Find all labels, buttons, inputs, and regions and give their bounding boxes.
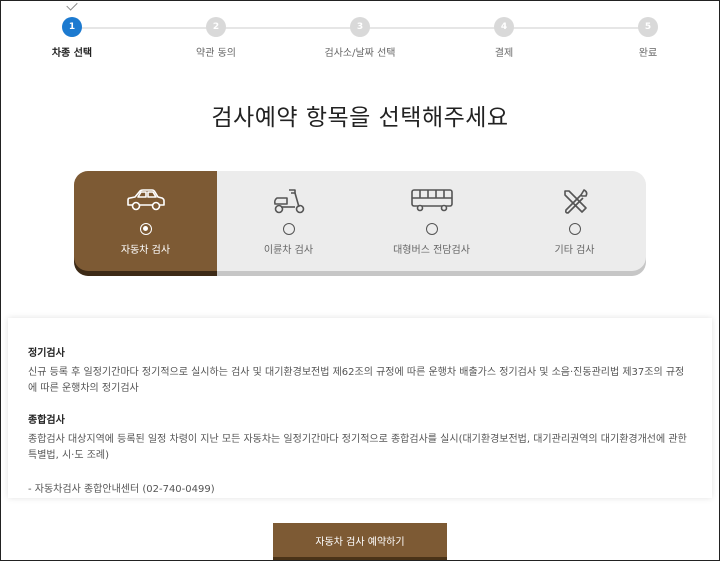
section-title-comprehensive: 종합검사 — [28, 415, 65, 426]
step-label: 완료 — [638, 48, 658, 59]
step-label: 검사소/날짜 선택 — [324, 48, 396, 59]
tab-radio[interactable] — [139, 223, 152, 235]
tab-bus-inspection[interactable]: 대형버스 전담검사 — [360, 171, 503, 271]
section-body-periodic: 신규 등록 후 일정기간마다 정기적으로 실시하는 검사 및 대기환경보전법 제… — [28, 367, 685, 394]
tab-radio[interactable] — [425, 223, 438, 235]
tab-motorcycle-inspection[interactable]: 이륜차 검사 — [217, 171, 360, 271]
tab-label: 이륜차 검사 — [263, 245, 314, 256]
tab-other-inspection[interactable]: 기타 검사 — [503, 171, 646, 271]
tab-label: 기타 검사 — [554, 245, 595, 256]
reserve-button[interactable]: 자동차 검사 예약하기 — [273, 523, 447, 557]
step-number: 2 — [206, 17, 226, 37]
section-body-comprehensive: 종합검사 대상지역에 등록된 일정 차령이 지난 모든 자동차는 일정기간마다 … — [28, 434, 687, 461]
step-number: 3 — [350, 17, 370, 37]
step-label: 결제 — [494, 48, 514, 59]
check-icon — [66, 0, 78, 11]
tab-radio[interactable] — [568, 223, 581, 235]
tab-radio[interactable] — [282, 223, 295, 235]
inspection-info-box: 정기검사 신규 등록 후 일정기간마다 정기적으로 실시하는 검사 및 대기환경… — [8, 318, 712, 498]
step-label: 약관 동의 — [196, 48, 236, 59]
page-title: 검사예약 항목을 선택해주세요 — [211, 105, 509, 131]
step-number: 1 — [62, 17, 82, 37]
progress-stepper: 1 차종 선택 2 약관 동의 3 검사소/날짜 선택 4 결제 5 완료 — [0, 0, 720, 62]
step-label: 차종 선택 — [51, 48, 93, 59]
contact-info: - 자동차검사 종합안내센터 (02-740-0499) — [28, 484, 215, 495]
scooter-icon — [271, 187, 307, 219]
tab-label: 자동차 검사 — [120, 245, 171, 256]
step-number: 5 — [638, 17, 658, 37]
section-title-periodic: 정기검사 — [28, 348, 65, 359]
inspection-type-tabs: 자동차 검사 이륜차 검사 대형버스 전담검사 기타 검사 — [74, 171, 646, 271]
car-icon — [125, 187, 167, 217]
bus-icon — [410, 187, 454, 217]
tab-car-inspection[interactable]: 자동차 검사 — [74, 171, 217, 271]
tab-label: 대형버스 전담검사 — [393, 245, 470, 256]
step-number: 4 — [494, 17, 514, 37]
tools-icon — [560, 187, 590, 221]
